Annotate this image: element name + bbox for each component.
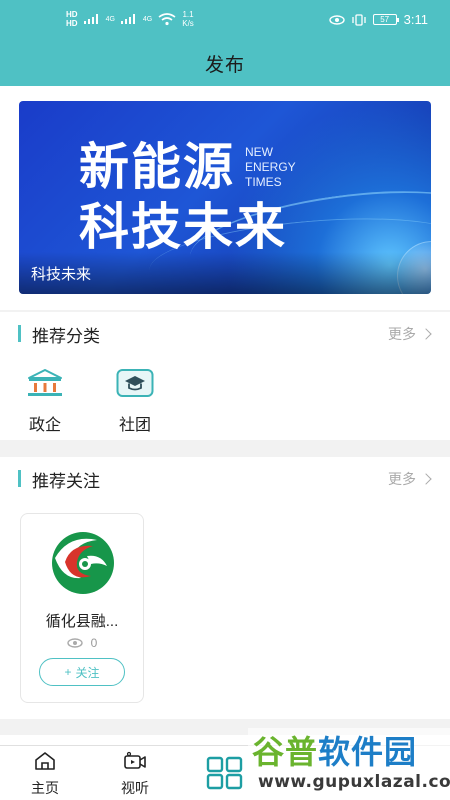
eye-icon (328, 14, 345, 25)
plus-icon: + (64, 665, 72, 679)
status-bar: HD HD 4G 4G 1.1 K/s 57 3:11 (0, 0, 450, 40)
category-label: 政企 (28, 417, 61, 434)
watermark-url: www.gupuxlazal.com (258, 772, 450, 792)
vibrate-icon (352, 13, 366, 26)
tab-video[interactable]: 视听 (105, 750, 165, 798)
banner-en-line-2: ENERGY (245, 160, 296, 174)
section-accent-bar (18, 325, 21, 342)
wifi-icon (158, 12, 176, 25)
account-name: 循化县融... (45, 613, 119, 630)
battery-indicator: 57 (372, 14, 399, 25)
banner-headline-1: 新能源 (79, 138, 235, 196)
banner-en-line-3: TIMES (245, 175, 282, 189)
video-camera-icon (124, 751, 146, 769)
speed-unit: K/s (182, 19, 194, 28)
chevron-right-icon (420, 473, 432, 485)
signal-icon (83, 14, 100, 24)
chevron-right-icon (420, 328, 432, 340)
section-header: 推荐关注 更多 (0, 457, 450, 501)
status-right: 57 3:11 (328, 12, 428, 27)
network-speed: 1.1 K/s (182, 10, 194, 28)
more-link[interactable]: 更多 (388, 469, 432, 489)
hd-indicators: HD HD (66, 10, 78, 28)
banner-headline-2: 科技未来 (79, 198, 287, 256)
signal-icon-2 (120, 14, 137, 24)
government-building-icon (28, 369, 62, 396)
status-left: HD HD 4G 4G 1.1 K/s (66, 10, 194, 28)
eye-icon (66, 638, 83, 648)
follow-button[interactable]: + 关注 (39, 658, 125, 686)
section-accent-bar (18, 470, 21, 487)
graduation-cap-icon (116, 369, 154, 397)
banner-caption: 科技未来 (31, 266, 92, 283)
county-media-logo (52, 532, 114, 594)
follow-label: 关注 (75, 665, 100, 680)
banner-en-line-1: NEW (245, 145, 273, 159)
watermark-logo-text: 谷普软件园 (252, 733, 417, 771)
category-item-government[interactable]: 政企 (18, 368, 72, 435)
hd-label-1: HD (66, 10, 78, 19)
grid-icon (206, 756, 243, 790)
section-title: 推荐关注 (32, 472, 100, 491)
tab-home[interactable]: 主页 (15, 750, 75, 798)
account-card[interactable]: 循化县融... 0 + 关注 (20, 513, 144, 703)
category-item-club[interactable]: 社团 (108, 368, 162, 435)
banner-carousel[interactable]: 新能源 NEW ENERGY TIMES 科技未来 科技未来 (19, 101, 431, 294)
more-link[interactable]: 更多 (388, 324, 432, 344)
speed-value: 1.1 (182, 10, 194, 19)
more-label: 更多 (388, 471, 416, 487)
section-header: 推荐分类 更多 (0, 312, 450, 356)
tab-label: 视听 (121, 780, 149, 796)
network-label-1: 4G (105, 15, 115, 23)
section-title: 推荐分类 (32, 327, 100, 346)
hd-label-2: HD (66, 19, 78, 28)
title-bar: 发布 (0, 40, 450, 86)
page-title: 发布 (204, 55, 245, 76)
view-count: 0 (21, 636, 143, 650)
recommended-categories-section: 推荐分类 更多 政企 社团 (0, 312, 450, 440)
banner-english-text: NEW ENERGY TIMES (245, 145, 296, 190)
home-icon (35, 752, 55, 770)
view-count-value: 0 (90, 636, 98, 650)
watermark-green-text: 谷普 (252, 733, 319, 771)
watermark-blue-text: 软件园 (318, 733, 418, 771)
banner-section: 新能源 NEW ENERGY TIMES 科技未来 科技未来 (0, 86, 450, 310)
network-label-2: 4G (142, 15, 153, 23)
category-label: 社团 (118, 417, 151, 434)
recommended-follow-section: 推荐关注 更多 循化县融... 0 + 关注 (0, 457, 450, 719)
tab-label: 主页 (31, 780, 59, 796)
clock: 3:11 (403, 12, 428, 27)
more-label: 更多 (388, 326, 416, 342)
